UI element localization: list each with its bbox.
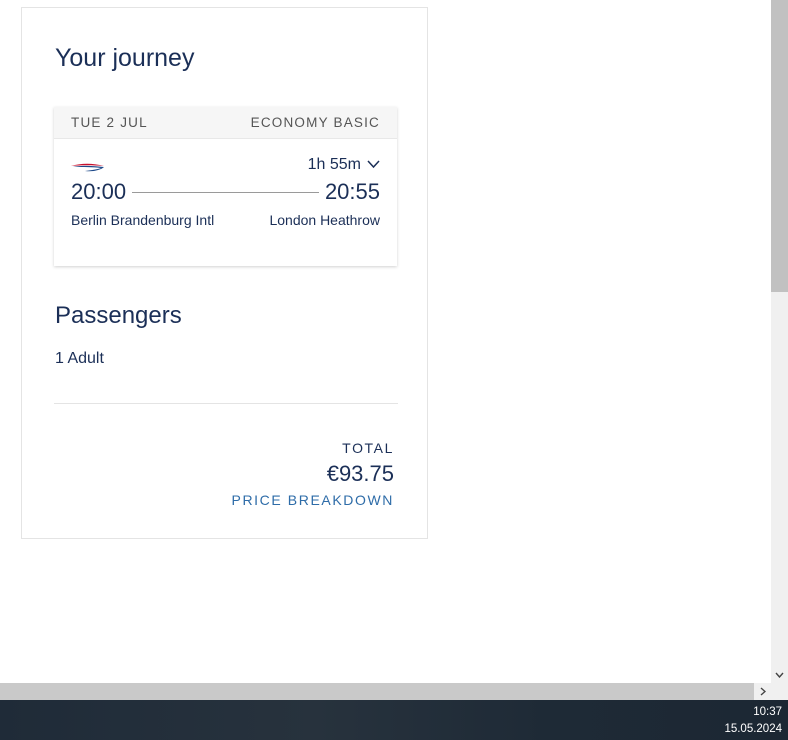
british-airways-speedmarque-icon [71,160,104,178]
flight-date: TUE 2 JUL [71,115,148,130]
scrollbar-corner [771,683,788,700]
duration-toggle[interactable]: 1h 55m [308,156,380,174]
chevron-down-icon [367,156,380,174]
flight-duration: 1h 55m [307,156,361,173]
horizontal-scrollbar[interactable] [0,683,771,700]
taskbar: 10:37 15.05.2024 [0,700,788,740]
flight-times: 20:00 20:55 [71,179,380,205]
arrival-time: 20:55 [324,179,380,204]
passengers-title: Passengers [55,302,182,329]
flight-segment: TUE 2 JUL ECONOMY BASIC 1h 55m 20:00 20:… [54,107,397,266]
journey-summary-card: Your journey TUE 2 JUL ECONOMY BASIC 1h … [21,7,428,539]
clock-time: 10:37 [753,706,782,718]
price-breakdown-link[interactable]: PRICE BREAKDOWN [232,492,394,508]
route-line [132,191,319,193]
flight-header: TUE 2 JUL ECONOMY BASIC [54,107,397,139]
vertical-scrollbar[interactable] [771,0,788,683]
destination-airport: London Heathrow [269,212,380,228]
passenger-count: 1 Adult [55,350,104,367]
scroll-right-arrow[interactable] [754,683,771,700]
vertical-scroll-thumb[interactable] [771,0,788,292]
departure-time: 20:00 [71,179,127,204]
clock-date: 15.05.2024 [724,723,782,735]
journey-title: Your journey [55,44,195,72]
total-amount: €93.75 [326,461,394,486]
divider [54,403,398,404]
origin-airport: Berlin Brandenburg Intl [71,212,215,228]
fare-class: ECONOMY BASIC [250,115,380,130]
scroll-down-arrow[interactable] [771,666,788,683]
system-clock[interactable]: 10:37 15.05.2024 [724,704,782,738]
total-label: TOTAL [342,440,394,456]
